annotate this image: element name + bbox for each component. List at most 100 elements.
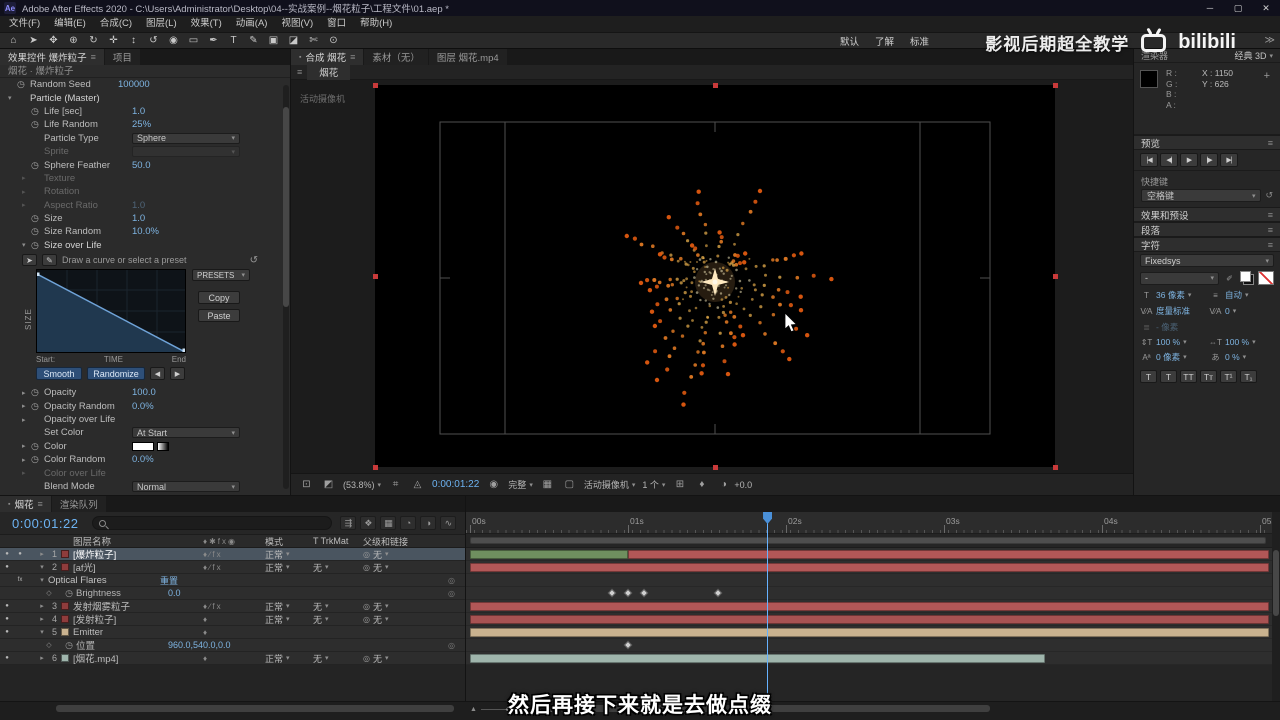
label-color-chip[interactable] [61, 654, 69, 662]
parent-link-dropdown[interactable]: ◎ 无 ▾ [363, 548, 465, 561]
expander-icon[interactable]: ▸ [22, 174, 31, 182]
timeline-row[interactable]: ● ▾ 5 Emitter ♦ [0, 626, 465, 639]
property-value[interactable]: 100.0 [132, 387, 156, 398]
visibility-eye-icon[interactable]: ● [0, 652, 14, 665]
expander-icon[interactable]: ▾ [22, 241, 31, 249]
viewer-tab[interactable]: 烟花 [307, 64, 351, 80]
keyframe-diamond[interactable] [607, 588, 617, 598]
visibility-eye-icon[interactable]: ● [0, 561, 14, 574]
font-family-dropdown[interactable]: Fixedsys ▾ [1140, 254, 1274, 267]
hand-tool[interactable]: ✥ [44, 33, 63, 48]
selection-handle[interactable] [712, 82, 718, 88]
column-name[interactable]: 图层名称 [73, 535, 203, 548]
horizontal-scale-value[interactable]: 100 % [1225, 337, 1249, 347]
show-channel-icon[interactable]: ◩ [321, 479, 336, 490]
expander-icon[interactable]: ▾ [36, 561, 48, 574]
column-mode[interactable]: 模式 [265, 535, 313, 548]
track-row[interactable] [466, 639, 1272, 652]
panel-menu-icon[interactable]: ≡ [38, 499, 43, 509]
transport-button[interactable]: ▶| [1220, 153, 1238, 167]
tracking-value[interactable]: 0 [1225, 306, 1230, 316]
keyframe-navigator-icon[interactable]: ◇ [36, 639, 62, 652]
rotation-tool[interactable]: ↺ [144, 33, 163, 48]
composition-frame[interactable] [375, 85, 1055, 467]
menu-item[interactable]: 合成(C) [93, 16, 139, 32]
track-row[interactable] [466, 652, 1272, 665]
selection-handle[interactable] [372, 82, 378, 88]
expander-icon[interactable]: ▾ [36, 574, 48, 587]
visibility-eye-icon[interactable]: ● [0, 626, 14, 639]
safe-margins-icon[interactable]: ⌗ [388, 479, 403, 490]
effect-property-row[interactable]: ▾ ◷ Size over Life ▾ [0, 239, 290, 252]
effects-presets-header[interactable]: 效果和预设 ≡ [1134, 207, 1280, 222]
window-button[interactable]: ✕ [1252, 0, 1280, 16]
roto-brush-tool[interactable]: ✄ [304, 33, 323, 48]
panel-menu-icon[interactable]: ≡ [1268, 225, 1273, 235]
layer-name[interactable]: 发射烟雾粒子 [73, 600, 203, 613]
blend-mode-dropdown[interactable]: 正常 ▾ [265, 613, 313, 626]
stopwatch-icon[interactable]: ◷ [31, 226, 44, 237]
reset-icon[interactable]: ↺ [1265, 190, 1273, 201]
selection-handle[interactable] [372, 273, 378, 279]
layer-name[interactable]: [烟花.mp4] [73, 652, 203, 665]
lock-icon[interactable] [26, 600, 36, 613]
leading-value[interactable]: 自动 [1225, 289, 1242, 301]
parent-link-dropdown[interactable]: ◎ 无 ▾ [363, 600, 465, 613]
label-color-chip[interactable] [61, 602, 69, 610]
layer-duration-bar[interactable] [470, 615, 1270, 624]
keyframe-diamond[interactable] [623, 640, 633, 650]
property-dropdown[interactable]: Sphere ▾ [132, 132, 240, 144]
panel-menu-icon[interactable]: ≡ [350, 52, 355, 62]
stopwatch-icon[interactable]: ◷ [31, 401, 44, 412]
fast-previews-icon[interactable]: ♦ [694, 479, 709, 490]
lock-icon[interactable] [26, 626, 36, 639]
property-value[interactable]: 960.0,540.0,0.0 [168, 639, 231, 652]
expander-icon[interactable]: ▸ [22, 402, 31, 410]
brush-tool[interactable]: ✎ [244, 33, 263, 48]
effect-property-row[interactable]: ◷ Size Random 10.0%▾ 10.0% [0, 225, 290, 238]
smooth-button[interactable]: Smooth [36, 367, 82, 381]
workspace-tab[interactable]: 标准 [910, 34, 929, 48]
property-value[interactable]: 0.0% [132, 401, 154, 412]
curve-select-icon[interactable]: ➤ [22, 254, 37, 267]
viewer-menu-icon[interactable]: ≡ [297, 67, 302, 77]
expander-icon[interactable]: ▸ [22, 188, 31, 196]
faux-style-button[interactable]: T₁ [1240, 370, 1257, 383]
randomize-button[interactable]: Randomize [87, 367, 145, 381]
panel-tab[interactable]: ▪ 素材（无） ≡ [364, 49, 428, 65]
zoom-dropdown[interactable]: (53.8%) ▾ [343, 480, 381, 490]
blend-mode-dropdown[interactable] [265, 626, 313, 639]
blend-mode-dropdown[interactable]: 正常 ▾ [265, 561, 313, 574]
trkmat-dropdown[interactable] [313, 548, 363, 561]
layer-name[interactable]: [af光] [73, 561, 203, 574]
expander-icon[interactable]: ▸ [22, 469, 31, 477]
keyframe-navigator-icon[interactable]: ◇ [36, 587, 62, 600]
stopwatch-icon[interactable]: ◷ [31, 213, 44, 224]
stroke-width-value[interactable]: - 像素 [1156, 321, 1178, 333]
copy-button[interactable]: Copy [198, 291, 240, 305]
keyframe-diamond[interactable] [623, 588, 633, 598]
effect-property-row[interactable]: ◷ Particle Type Sphere▾ Sphere [0, 132, 290, 145]
lock-icon[interactable] [26, 561, 36, 574]
home-icon[interactable]: ⌂ [4, 33, 23, 48]
stopwatch-icon[interactable]: ◷ [31, 387, 44, 398]
faux-style-button[interactable]: T [1140, 370, 1157, 383]
current-time-display[interactable]: 0:00:01:22 [12, 516, 78, 531]
pan-behind-tool[interactable]: ◉ [164, 33, 183, 48]
trkmat-dropdown[interactable]: 无 ▾ [313, 600, 363, 613]
effect-property-row[interactable]: ▸ ◷ Color ▾ [0, 440, 290, 453]
font-style-dropdown[interactable]: - ▾ [1140, 271, 1219, 285]
selection-handle[interactable] [712, 464, 718, 470]
effect-property-row[interactable]: ◷ Blend Mode Normal▾ Normal [0, 480, 290, 493]
tsume-value[interactable]: 0 % [1225, 352, 1240, 362]
stopwatch-icon[interactable]: ◷ [62, 587, 76, 600]
stopwatch-icon[interactable]: ◷ [31, 441, 44, 452]
menu-item[interactable]: 动画(A) [229, 16, 275, 32]
expander-icon[interactable]: ▸ [36, 548, 48, 561]
transport-button[interactable]: |◀ [1140, 153, 1158, 167]
property-dropdown[interactable]: At Start ▾ [132, 427, 240, 439]
timeline-view-icon[interactable]: ◔ [400, 516, 417, 530]
timeline-view-icon[interactable]: ❖ [360, 516, 377, 530]
font-size-value[interactable]: 36 像素 [1156, 289, 1185, 301]
layer-duration-bar[interactable] [628, 550, 1270, 559]
